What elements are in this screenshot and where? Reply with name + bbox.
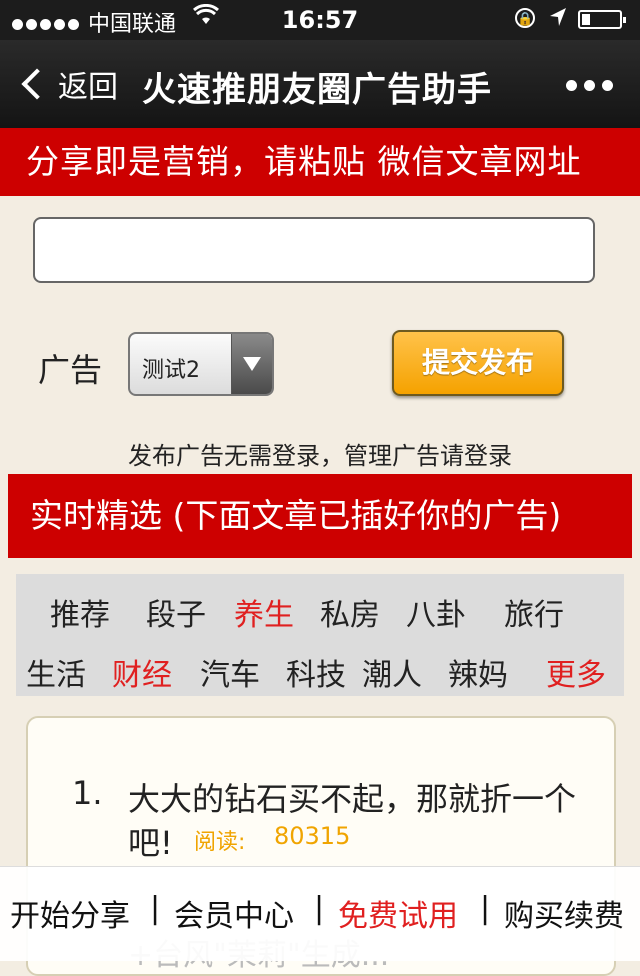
- article-title-line2[interactable]: 吧!: [128, 818, 173, 864]
- ad-select-value: 测试2: [142, 358, 200, 383]
- back-label: 返回: [58, 70, 118, 105]
- category-keji[interactable]: 科技: [286, 650, 346, 694]
- category-sifang[interactable]: 私房: [320, 590, 380, 634]
- purchase-renew-button[interactable]: 购买续费: [504, 891, 624, 935]
- category-caijing[interactable]: 财经: [112, 650, 172, 694]
- more-dots-icon[interactable]: [566, 80, 613, 91]
- separator: |: [150, 891, 161, 926]
- category-lama[interactable]: 辣妈: [448, 650, 508, 694]
- category-more[interactable]: 更多: [546, 650, 606, 694]
- start-share-button[interactable]: 开始分享: [10, 891, 130, 935]
- login-hint: 发布广告无需登录，管理广告请登录: [128, 442, 512, 470]
- nav-bar: 返回 火速推朋友圈广告助手: [0, 40, 640, 128]
- chevron-left-icon: [21, 68, 53, 100]
- category-shenghuo[interactable]: 生活: [26, 650, 86, 694]
- instruction-banner: 分享即是营销，请粘贴 微信文章网址: [0, 128, 640, 196]
- ad-select[interactable]: 测试2: [128, 332, 274, 396]
- separator: |: [480, 891, 491, 926]
- article-title-line1[interactable]: 大大的钻石买不起，那就折一个: [128, 774, 576, 820]
- status-time: 16:57: [281, 6, 359, 34]
- rotation-lock-icon: 🔒: [515, 8, 535, 28]
- bottom-tab-bar: 开始分享 | 会员中心 | 免费试用 | 购买续费: [0, 866, 640, 961]
- article-number: 1.: [72, 774, 103, 812]
- page-title: 火速推朋友圈广告助手: [142, 70, 492, 110]
- status-bar: 中国联通 16:57 🔒: [0, 0, 640, 40]
- location-arrow-icon: [548, 6, 568, 34]
- category-grid: 推荐 段子 养生 私房 八卦 旅行 生活 财经 汽车 科技 潮人 辣妈 更多: [16, 574, 624, 696]
- ad-label: 广告: [38, 351, 103, 389]
- category-duanzi[interactable]: 段子: [146, 590, 206, 634]
- category-qiche[interactable]: 汽车: [200, 650, 260, 694]
- category-lvxing[interactable]: 旅行: [504, 590, 564, 634]
- category-chaoren[interactable]: 潮人: [362, 650, 422, 694]
- dropdown-arrow-icon: [231, 334, 272, 394]
- member-center-button[interactable]: 会员中心: [174, 891, 294, 935]
- separator: |: [314, 891, 325, 926]
- category-bagua[interactable]: 八卦: [406, 590, 466, 634]
- read-label: 阅读:: [194, 830, 246, 855]
- battery-icon: [578, 10, 626, 29]
- section-banner: 实时精选 (下面文章已插好你的广告): [8, 474, 632, 558]
- free-trial-button[interactable]: 免费试用: [338, 891, 458, 935]
- category-yangsheng[interactable]: 养生: [234, 590, 294, 634]
- back-button[interactable]: 返回: [18, 62, 118, 106]
- article-url-input[interactable]: [33, 217, 595, 283]
- submit-publish-button[interactable]: 提交发布: [392, 330, 564, 396]
- category-tuijian[interactable]: 推荐: [50, 590, 110, 634]
- read-count: 80315: [274, 822, 351, 850]
